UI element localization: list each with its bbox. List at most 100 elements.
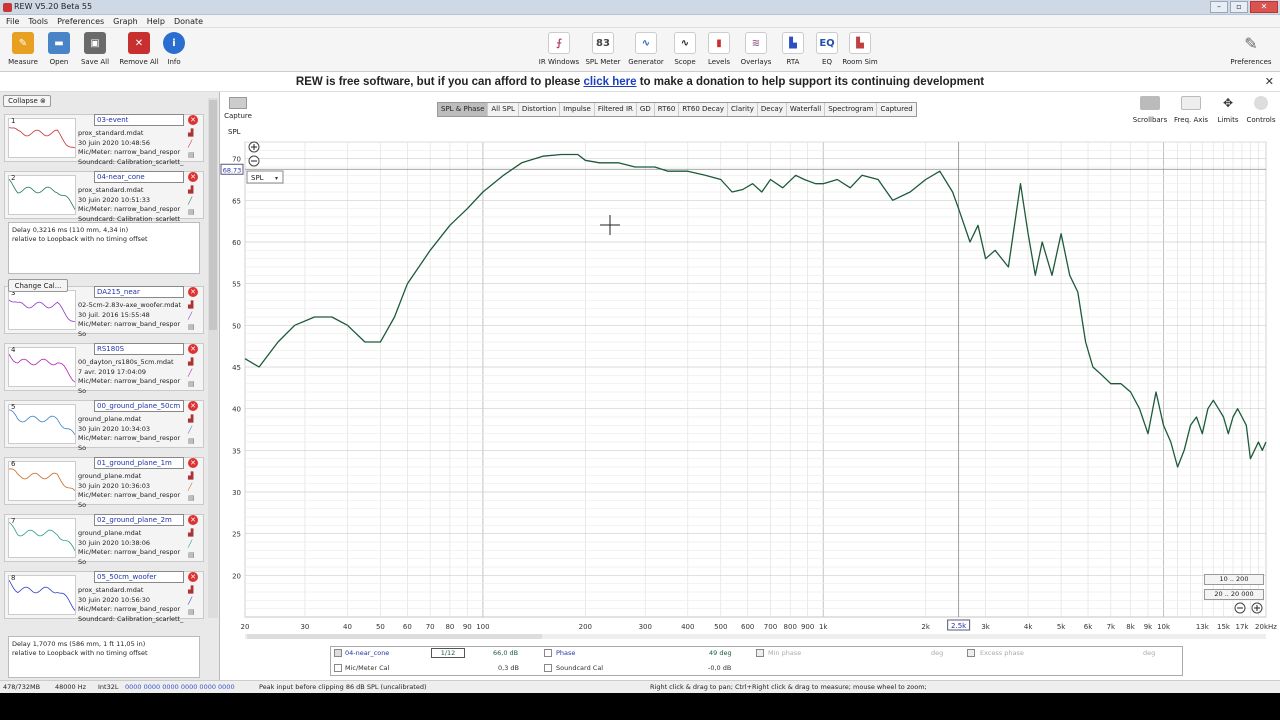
graph-icon[interactable]: ▟	[188, 472, 198, 480]
graph-icon[interactable]: ▟	[188, 529, 198, 537]
delete-measurement-button[interactable]: ✕	[188, 115, 198, 125]
notes-icon[interactable]: ▤	[188, 437, 198, 445]
banner-close-button[interactable]: ✕	[1265, 72, 1274, 92]
range-10-200-button[interactable]: 10 .. 200	[1204, 574, 1264, 585]
delete-measurement-button[interactable]: ✕	[188, 344, 198, 354]
measurement-card[interactable]: 7 02_ground_plane_2m ✕ ground_plane.mdat 30 …	[4, 514, 204, 566]
freq-axis-control[interactable]: Freq. Axis	[1171, 96, 1211, 124]
delete-measurement-button[interactable]: ✕	[188, 572, 198, 582]
tab-impulse[interactable]: Impulse	[560, 103, 594, 116]
menu-file[interactable]: File	[6, 15, 19, 27]
tab-all-spl[interactable]: All SPL	[488, 103, 518, 116]
menu-preferences[interactable]: Preferences	[57, 15, 104, 27]
notes-icon[interactable]: ▤	[188, 608, 198, 616]
phase-checkbox[interactable]	[544, 649, 552, 657]
measurement-card[interactable]: 2 04-near_cone ✕ prox_standard.mdat 30 juin …	[4, 171, 204, 223]
smoothing-badge[interactable]: 1/12	[431, 648, 465, 658]
graph-icon[interactable]: ▟	[188, 415, 198, 423]
measurement-name-field[interactable]: 05_50cm_woofer	[94, 571, 184, 583]
scrollbar-thumb[interactable]	[209, 100, 217, 330]
generator-button[interactable]: ∿ Generator	[624, 32, 668, 66]
tab-rt60-decay[interactable]: RT60 Decay	[679, 103, 728, 116]
trace-color-icon[interactable]: ╱	[188, 197, 198, 205]
tab-filtered-ir[interactable]: Filtered IR	[594, 103, 636, 116]
info-button[interactable]: i Info	[152, 32, 196, 66]
measurement-thumbnail[interactable]	[8, 290, 76, 330]
tab-decay[interactable]: Decay	[757, 103, 786, 116]
notes-icon[interactable]: ▤	[188, 551, 198, 559]
measurement-name-field[interactable]: 04-near_cone	[94, 171, 184, 183]
graph-icon[interactable]: ▟	[188, 186, 198, 194]
trace-color-icon[interactable]: ╱	[188, 597, 198, 605]
notes-icon[interactable]: ▤	[188, 380, 198, 388]
trace-color-icon[interactable]: ╱	[188, 426, 198, 434]
measurement-name-field[interactable]: 00_ground_plane_50cm	[94, 400, 184, 412]
minimize-button[interactable]: –	[1210, 1, 1228, 13]
min-phase-checkbox[interactable]	[756, 649, 764, 657]
trace-color-icon[interactable]: ╱	[188, 140, 198, 148]
measurement-thumbnail[interactable]	[8, 347, 76, 387]
change-cal-button[interactable]: Change Cal...	[8, 279, 68, 292]
range-20-20000-button[interactable]: 20 .. 20 000	[1204, 589, 1264, 600]
spl-graph[interactable]: 20 25 30 35 40 45 50 55 60 65 70 20 30 40 50 60 70 80 90 10…	[220, 138, 1280, 646]
graph-icon[interactable]: ▟	[188, 129, 198, 137]
notes-icon[interactable]: ▤	[188, 208, 198, 216]
tab-spl-phase[interactable]: SPL & Phase	[438, 103, 488, 116]
menu-graph[interactable]: Graph	[113, 15, 138, 27]
graph-icon[interactable]: ▟	[188, 586, 198, 594]
delete-measurement-button[interactable]: ✕	[188, 458, 198, 468]
measurement-thumbnail[interactable]	[8, 518, 76, 558]
spl-meter-button[interactable]: 83 SPL Meter	[581, 32, 625, 66]
horizontal-scrollbar-thumb[interactable]	[247, 634, 542, 639]
measurements-scrollbar[interactable]	[208, 98, 218, 618]
measurement-thumbnail[interactable]	[8, 404, 76, 444]
maximize-button[interactable]: ▫	[1230, 1, 1248, 13]
trace-color-icon[interactable]: ╱	[188, 312, 198, 320]
measurement-name-field[interactable]: DA215_near	[94, 286, 184, 298]
tab-spectrogram[interactable]: Spectrogram	[825, 103, 877, 116]
delete-measurement-button[interactable]: ✕	[188, 401, 198, 411]
measurement-card[interactable]: 4 RS180S ✕ 00_dayton_rs180s_5cm.mdat 7 avr. …	[4, 343, 204, 395]
trace-checkbox[interactable]	[334, 649, 342, 657]
measurement-name-field[interactable]: 02_ground_plane_2m	[94, 514, 184, 526]
measurement-card[interactable]: 3 DA215_near ✕ 02-5cm-2.83v-axe_woofer.mdat…	[4, 286, 204, 338]
close-window-button[interactable]: ✕	[1250, 1, 1278, 13]
measurement-thumbnail[interactable]	[8, 575, 76, 615]
trace-color-icon[interactable]: ╱	[188, 369, 198, 377]
mic-cal-checkbox[interactable]	[334, 664, 342, 672]
preferences-button[interactable]: ✎ Preferences	[1229, 32, 1273, 66]
measurement-card[interactable]: 5 00_ground_plane_50cm ✕ ground_plane.mdat 3…	[4, 400, 204, 452]
notes-icon[interactable]: ▤	[188, 323, 198, 331]
tab-rt60[interactable]: RT60	[654, 103, 679, 116]
ir-windows-button[interactable]: ⨍ IR Windows	[537, 32, 581, 66]
delete-measurement-button[interactable]: ✕	[188, 287, 198, 297]
capture-button[interactable]: Capture	[223, 97, 253, 120]
measurement-thumbnail[interactable]	[8, 118, 76, 158]
tab-distortion[interactable]: Distortion	[518, 103, 560, 116]
measurement-name-field[interactable]: 03-event	[94, 114, 184, 126]
soundcard-cal-checkbox[interactable]	[544, 664, 552, 672]
controls-control[interactable]: Controls	[1241, 96, 1280, 124]
measurement-card[interactable]: 8 05_50cm_woofer ✕ prox_standard.mdat 30 jui…	[4, 571, 204, 623]
tab-clarity[interactable]: Clarity	[728, 103, 757, 116]
delete-measurement-button[interactable]: ✕	[188, 172, 198, 182]
notes-icon[interactable]: ▤	[188, 494, 198, 502]
menu-tools[interactable]: Tools	[28, 15, 48, 27]
measurement-thumbnail[interactable]	[8, 461, 76, 501]
spl-chart-svg[interactable]: 20 25 30 35 40 45 50 55 60 65 70 20 30 40 50 60 70 80 90 10…	[220, 138, 1280, 646]
donation-link[interactable]: click here	[583, 76, 636, 88]
scrollbars-control[interactable]: Scrollbars	[1130, 96, 1170, 124]
measurement-name-field[interactable]: 01_ground_plane_1m	[94, 457, 184, 469]
tab-waterfall[interactable]: Waterfall	[786, 103, 825, 116]
measurement-name-field[interactable]: RS180S	[94, 343, 184, 355]
room-sim-button[interactable]: ▙ Room Sim	[838, 32, 882, 66]
notes-icon[interactable]: ▤	[188, 151, 198, 159]
tab-gd[interactable]: GD	[636, 103, 654, 116]
measurement-thumbnail[interactable]	[8, 175, 76, 215]
measurement-card[interactable]: 1 03-event ✕ prox_standard.mdat 30 juin 2020…	[4, 114, 204, 166]
graph-icon[interactable]: ▟	[188, 301, 198, 309]
excess-phase-checkbox[interactable]	[967, 649, 975, 657]
trace-color-icon[interactable]: ╱	[188, 540, 198, 548]
save-all-button[interactable]: ▣ Save All	[73, 32, 117, 66]
graph-icon[interactable]: ▟	[188, 358, 198, 366]
